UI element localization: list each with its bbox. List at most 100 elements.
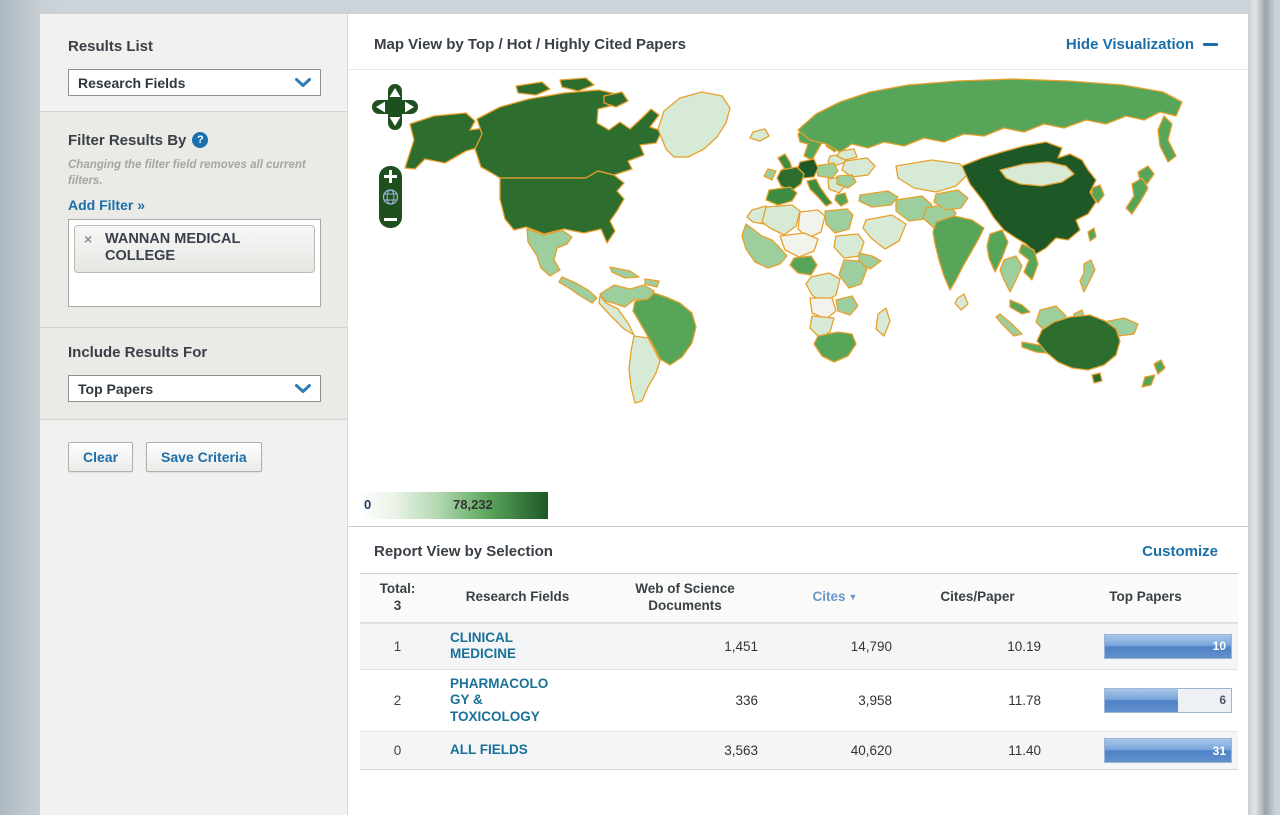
research-field-link[interactable]: CLINICAL MEDICINE — [450, 630, 556, 663]
wos-docs-cell: 3,563 — [600, 743, 770, 758]
customize-link[interactable]: Customize — [1142, 543, 1218, 560]
column-header-top-papers[interactable]: Top Papers — [1055, 589, 1236, 606]
region-algeria[interactable] — [762, 205, 800, 235]
rank-cell: 0 — [360, 743, 435, 758]
region-ukraine[interactable] — [842, 158, 875, 177]
help-icon[interactable]: ? — [192, 132, 208, 148]
actions-section: Clear Save Criteria — [40, 420, 347, 496]
esi-app-window: Results List Research Fields Filter Resu… — [40, 14, 1248, 815]
region-philippines[interactable] — [1080, 260, 1095, 292]
cites-per-paper-cell: 11.40 — [900, 743, 1055, 758]
region-japan[interactable] — [1126, 178, 1148, 214]
world-choropleth-map[interactable] — [348, 72, 1243, 496]
region-kamchatka[interactable] — [1158, 116, 1176, 162]
column-header-cites[interactable]: Cites▼ — [770, 589, 900, 606]
region-central-america[interactable] — [559, 277, 597, 303]
region-kazakhstan[interactable] — [896, 160, 968, 192]
region-sumatra[interactable] — [996, 314, 1022, 336]
filter-chip-label: WANNAN MEDICAL COLLEGE — [105, 231, 287, 264]
research-field-link[interactable]: ALL FIELDS — [450, 742, 556, 758]
window-scroll-gutter — [1248, 0, 1280, 815]
region-canada[interactable] — [475, 90, 662, 178]
region-greece[interactable] — [835, 193, 848, 206]
region-egypt[interactable] — [825, 209, 853, 233]
column-header-research-fields[interactable]: Research Fields — [435, 589, 600, 606]
region-cuba[interactable] — [610, 267, 639, 278]
wos-docs-cell: 1,451 — [600, 639, 770, 654]
region-china[interactable] — [962, 142, 1096, 254]
cites-per-paper-cell: 10.19 — [900, 639, 1055, 654]
total-count: 3 — [360, 598, 435, 615]
include-results-selected: Top Papers — [78, 381, 153, 397]
research-field-link[interactable]: PHARMACOLOGY & TOXICOLOGY — [450, 676, 556, 725]
region-poland[interactable] — [816, 163, 838, 178]
remove-filter-icon[interactable]: × — [84, 232, 92, 246]
include-results-dropdown[interactable]: Top Papers — [68, 375, 321, 402]
map-title: Map View by Top / Hot / Highly Cited Pap… — [374, 36, 686, 53]
region-new-zealand[interactable] — [1142, 360, 1165, 387]
region-ireland[interactable] — [764, 169, 776, 180]
region-thailand[interactable] — [1000, 256, 1022, 292]
region-zambia[interactable] — [836, 296, 858, 315]
save-criteria-button[interactable]: Save Criteria — [146, 442, 262, 472]
top-papers-bar: 6 — [1104, 688, 1232, 713]
map-pan-control[interactable] — [372, 84, 418, 130]
map-zoom-control[interactable] — [379, 166, 402, 228]
table-row: 0 ALL FIELDS 3,563 40,620 11.40 31 — [360, 731, 1238, 770]
table-row: 1 CLINICAL MEDICINE 1,451 14,790 10.19 1… — [360, 623, 1238, 669]
sidebar: Results List Research Fields Filter Resu… — [40, 14, 348, 815]
results-list-dropdown[interactable]: Research Fields — [68, 69, 321, 96]
region-east-africa[interactable] — [839, 260, 867, 288]
region-malaysia[interactable] — [1010, 300, 1030, 314]
map-view: 0 78,232 — [348, 70, 1248, 526]
results-list-heading: Results List — [68, 38, 321, 55]
region-saudi-arabia[interactable] — [863, 215, 906, 249]
filter-heading: Filter Results By? — [68, 132, 321, 149]
results-list-selected: Research Fields — [78, 75, 185, 91]
region-spain[interactable] — [766, 187, 797, 205]
top-papers-bar: 31 — [1104, 738, 1232, 763]
cites-cell: 14,790 — [770, 639, 900, 654]
column-header-cites-per-paper[interactable]: Cites/Paper — [900, 589, 1055, 606]
region-iceland[interactable] — [750, 129, 769, 141]
filter-chip[interactable]: × WANNAN MEDICAL COLLEGE — [74, 225, 315, 273]
cites-per-paper-cell: 11.78 — [900, 693, 1055, 708]
wos-docs-cell: 336 — [600, 693, 770, 708]
filter-note: Changing the filter field removes all cu… — [68, 157, 308, 189]
region-arctic-island[interactable] — [560, 78, 594, 91]
minimize-icon — [1203, 43, 1218, 46]
rank-cell: 1 — [360, 639, 435, 654]
clear-button[interactable]: Clear — [68, 442, 133, 472]
column-header-wos-documents[interactable]: Web of Science Documents — [600, 581, 770, 615]
choropleth-legend: 0 78,232 — [360, 492, 548, 519]
rank-cell: 2 — [360, 693, 435, 708]
chevron-down-icon — [295, 384, 311, 394]
results-list-section: Results List Research Fields — [40, 14, 347, 112]
region-greenland[interactable] — [658, 92, 730, 157]
region-hispaniola[interactable] — [645, 279, 659, 287]
region-sri-lanka[interactable] — [955, 294, 968, 310]
region-russia[interactable] — [798, 79, 1182, 152]
region-india[interactable] — [933, 216, 984, 290]
region-mexico[interactable] — [527, 229, 572, 276]
region-taiwan[interactable] — [1088, 228, 1096, 241]
legend-max-value: 78,232 — [453, 497, 493, 512]
region-sahel[interactable] — [780, 233, 818, 257]
add-filter-link[interactable]: Add Filter » — [68, 197, 145, 213]
table-row: 2 PHARMACOLOGY & TOXICOLOGY 336 3,958 11… — [360, 669, 1238, 731]
zoom-out-icon[interactable] — [384, 218, 397, 221]
include-results-section: Include Results For Top Papers — [40, 328, 347, 420]
include-results-heading: Include Results For — [68, 344, 321, 361]
region-madagascar[interactable] — [876, 308, 890, 336]
region-tasmania[interactable] — [1092, 373, 1102, 383]
region-south-africa[interactable] — [814, 332, 856, 362]
cites-cell: 3,958 — [770, 693, 900, 708]
region-nigeria[interactable] — [790, 256, 817, 275]
filter-section: Filter Results By? Changing the filter f… — [40, 112, 347, 328]
map-header: Map View by Top / Hot / Highly Cited Pap… — [348, 14, 1248, 70]
region-arctic-island[interactable] — [516, 82, 550, 95]
region-turkey[interactable] — [859, 191, 898, 207]
legend-min-value: 0 — [364, 497, 371, 512]
hide-visualization-link[interactable]: Hide Visualization — [1066, 36, 1218, 53]
active-filters-box: × WANNAN MEDICAL COLLEGE — [68, 219, 321, 307]
